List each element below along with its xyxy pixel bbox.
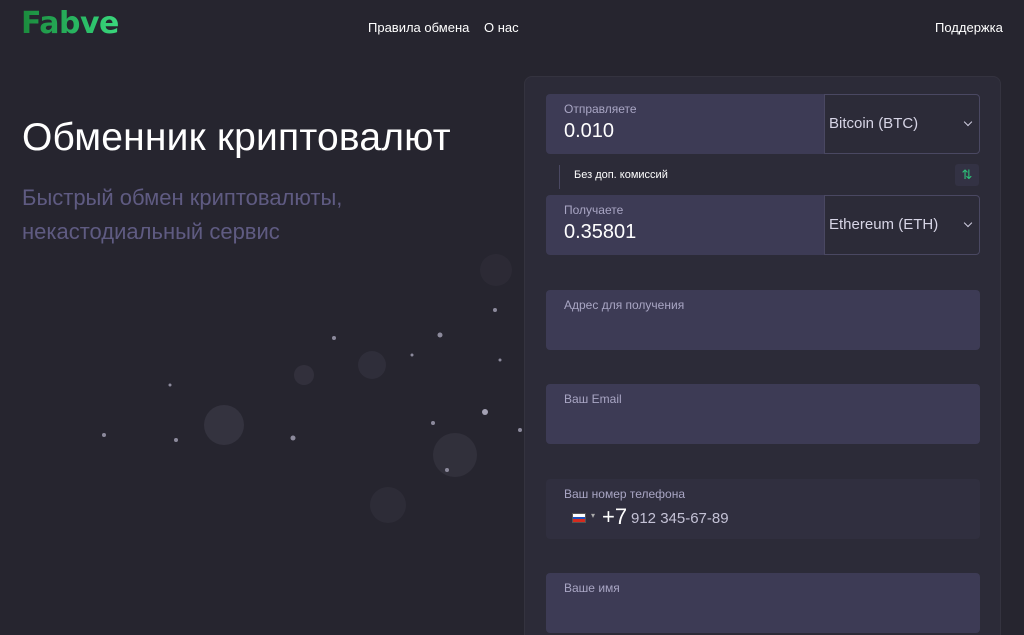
send-currency-select[interactable]: Bitcoin (BTC) (824, 94, 980, 154)
email-field[interactable]: Ваш Email (546, 384, 980, 444)
hero-subtitle: Быстрый обмен криптовалюты, некастодиаль… (22, 185, 343, 244)
receive-field[interactable]: Получаете (546, 195, 825, 255)
receive-currency-select[interactable]: Ethereum (ETH) (824, 195, 980, 255)
hero-title: Обменник криптовалют (22, 116, 451, 159)
header: Fabve Правила обмена О нас Поддержка (0, 0, 1024, 56)
email-input[interactable] (564, 412, 964, 436)
email-label: Ваш Email (564, 392, 622, 406)
send-amount-input[interactable] (564, 120, 804, 143)
phone-input[interactable] (631, 510, 831, 527)
nav-exchange-rules[interactable]: Правила обмена (368, 20, 469, 35)
swap-icon[interactable]: ⇅ (955, 164, 979, 186)
chevron-down-icon (963, 218, 973, 228)
address-field[interactable]: Адрес для получения (546, 290, 980, 350)
caret-down-icon[interactable]: ▾ (591, 511, 595, 520)
receive-currency-label: Ethereum (ETH) (829, 216, 939, 233)
send-label: Отправляете (564, 102, 637, 116)
send-currency-label: Bitcoin (BTC) (829, 115, 919, 132)
send-field[interactable]: Отправляете (546, 94, 825, 154)
chevron-down-icon (963, 117, 973, 127)
name-input[interactable] (564, 601, 964, 625)
phone-country-code: +7 (602, 504, 628, 529)
name-label: Ваше имя (564, 581, 620, 595)
exchange-panel: Отправляете Bitcoin (BTC) Без доп. комис… (524, 76, 1001, 635)
address-input[interactable] (564, 318, 964, 342)
phone-label: Ваш номер телефона (564, 487, 686, 501)
phone-field[interactable]: Ваш номер телефона ▾ +7 (546, 479, 980, 539)
russia-flag-icon[interactable] (572, 513, 586, 523)
logo[interactable]: Fabve (21, 6, 119, 41)
receive-amount-input[interactable] (564, 221, 804, 244)
receive-label: Получаете (564, 203, 624, 217)
name-field[interactable]: Ваше имя (546, 573, 980, 633)
fee-note-row: Без доп. комиссий (557, 165, 977, 189)
decorative-particles (102, 254, 522, 523)
divider (559, 165, 560, 189)
nav-support[interactable]: Поддержка (935, 20, 1003, 35)
nav-about[interactable]: О нас (484, 20, 519, 35)
address-label: Адрес для получения (564, 298, 685, 312)
fee-note: Без доп. комиссий (574, 169, 668, 181)
